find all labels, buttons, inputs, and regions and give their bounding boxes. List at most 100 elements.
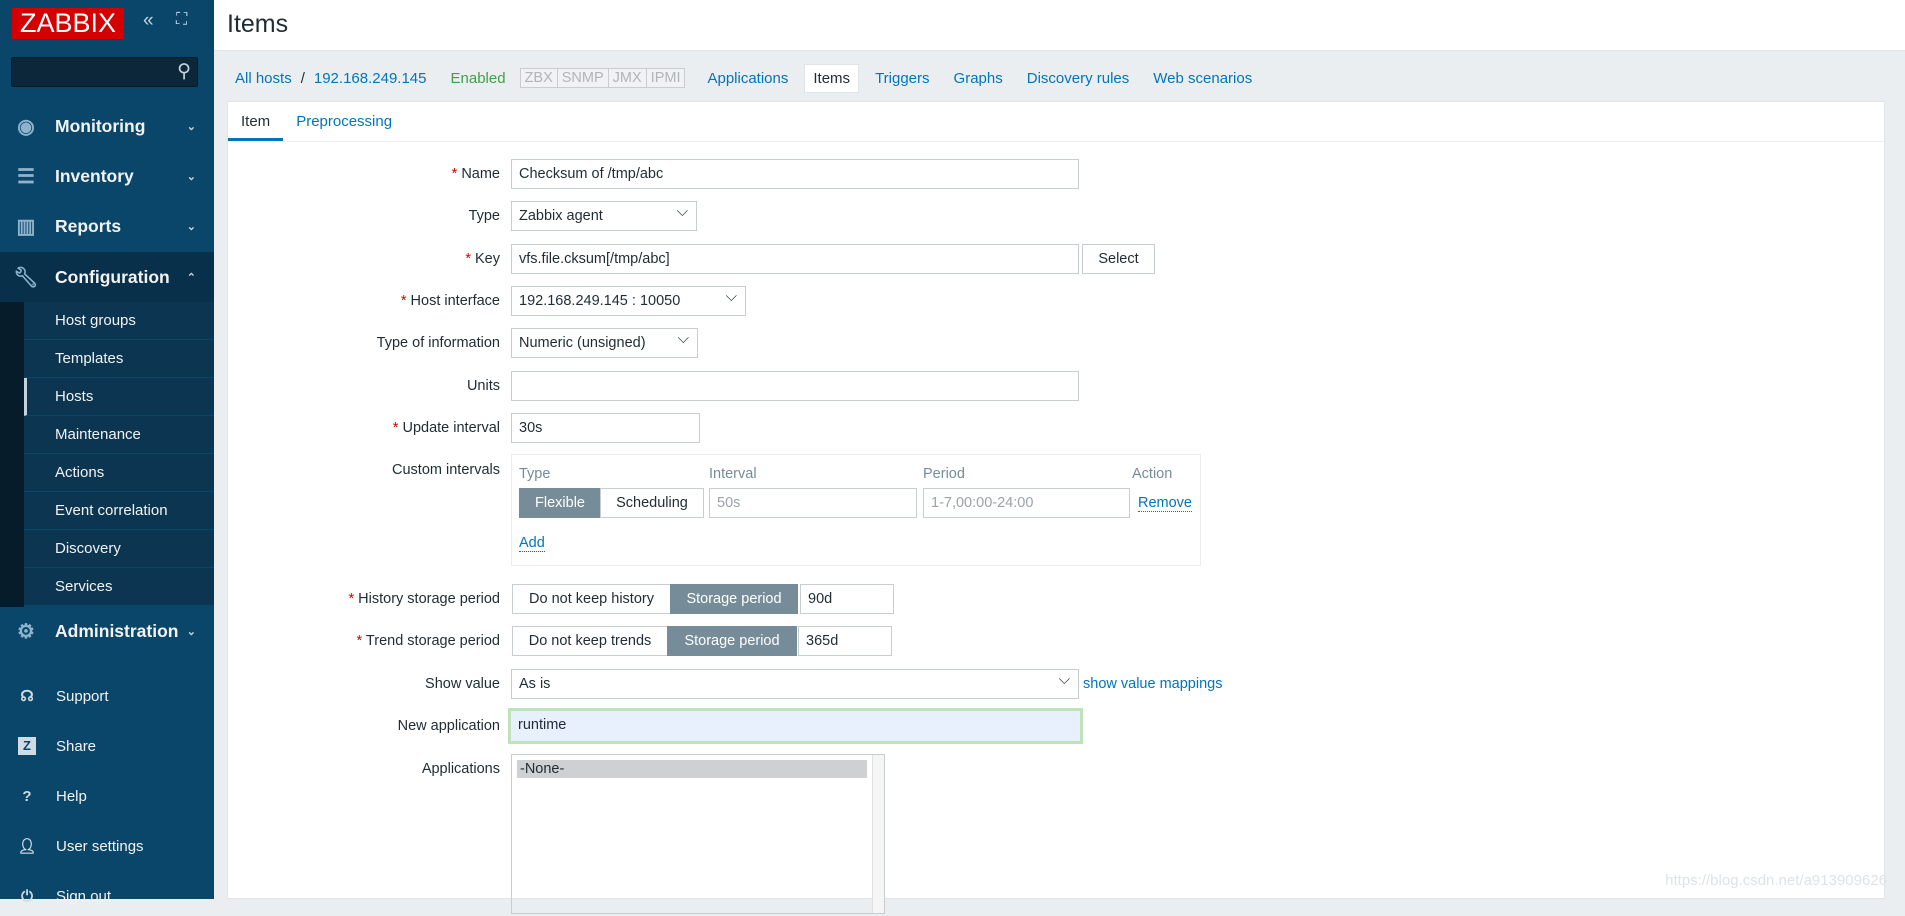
zabbix-logo[interactable]: ZABBIX — [12, 8, 124, 39]
page-scrollbar[interactable] — [1895, 51, 1905, 601]
type-label: Type — [468, 208, 500, 224]
host-status-enabled[interactable]: Enabled — [451, 70, 506, 87]
history-period-input[interactable]: 90d — [800, 584, 894, 614]
tab-item[interactable]: Item — [228, 102, 284, 141]
flexible-toggle[interactable]: Flexible — [519, 488, 601, 518]
sidebar-item-actions[interactable]: Actions — [24, 454, 214, 492]
chevron-down-icon: ⌄ — [186, 170, 196, 183]
nav-web-scenarios[interactable]: Web scenarios — [1153, 70, 1252, 87]
sidebar-sign-out[interactable]: ⏻ Sign out — [0, 876, 214, 916]
host-interface-select[interactable]: 192.168.249.145 : 10050 — [511, 283, 746, 316]
do-not-keep-history-toggle[interactable]: Do not keep history — [512, 584, 671, 614]
menu-administration[interactable]: ⚙ Administration ⌄ — [0, 606, 214, 656]
nav-discovery-rules[interactable]: Discovery rules — [1027, 70, 1130, 87]
tab-preprocessing[interactable]: Preprocessing — [283, 102, 405, 141]
share-z-icon: Z — [18, 737, 36, 755]
snmp-availability-badge: SNMP — [557, 68, 609, 88]
footer-label: Sign out — [56, 887, 112, 905]
applications-label: Applications — [421, 761, 500, 777]
sidebar: ZABBIX « ⛶ ⚲ ◉ Monitoring ⌄ ☰ Inventory ⌄ ▥ R… — [0, 0, 214, 905]
scheduling-toggle[interactable]: Scheduling — [600, 488, 704, 518]
key-label: * Key — [465, 251, 500, 267]
show-value-select[interactable]: As is — [511, 666, 1079, 699]
breadcrumb-all-hosts[interactable]: All hosts — [235, 70, 292, 87]
sidebar-item-host-groups[interactable]: Host groups — [24, 302, 214, 340]
units-input[interactable] — [511, 371, 1079, 401]
sidebar-support[interactable]: ☊ Support — [0, 676, 214, 716]
menu-label: Configuration — [55, 266, 170, 287]
search-input[interactable]: ⚲ — [11, 57, 198, 87]
chevron-up-icon: ⌃ — [186, 271, 196, 284]
col-type: Type — [519, 466, 551, 482]
custom-intervals-label: Custom intervals — [392, 462, 500, 478]
trend-period-input[interactable]: 365d — [798, 626, 892, 656]
breadcrumb-separator: / — [300, 69, 305, 87]
gear-icon: ⚙ — [17, 620, 35, 643]
footer-label: Support — [56, 687, 109, 705]
footer-label: Share — [56, 737, 97, 755]
interval-input[interactable]: 50s — [709, 488, 917, 518]
key-input[interactable]: vfs.file.cksum[/tmp/abc] — [511, 244, 1079, 274]
applications-option-none[interactable]: -None- — [517, 760, 867, 778]
units-label: Units — [466, 378, 500, 394]
form-tabs: Item Preprocessing — [228, 102, 1884, 142]
menu-monitoring[interactable]: ◉ Monitoring ⌄ — [0, 101, 214, 151]
ipmi-availability-badge: IPMI — [646, 68, 686, 88]
eye-icon: ◉ — [17, 115, 35, 138]
trend-label: * Trend storage period — [356, 633, 501, 649]
trend-storage-period-toggle[interactable]: Storage period — [667, 626, 797, 656]
sidebar-share[interactable]: Z Share — [0, 726, 214, 766]
nav-triggers[interactable]: Triggers — [875, 70, 929, 87]
key-select-button[interactable]: Select — [1082, 244, 1155, 274]
show-value-mappings-link[interactable]: show value mappings — [1083, 676, 1222, 692]
applications-listbox[interactable]: -None- — [511, 754, 885, 914]
menu-inventory[interactable]: ☰ Inventory ⌄ — [0, 151, 214, 201]
type-of-information-select[interactable]: Numeric (unsigned) — [511, 325, 698, 358]
col-interval: Interval — [709, 466, 757, 482]
sidebar-item-services[interactable]: Services — [24, 568, 214, 606]
do-not-keep-trends-toggle[interactable]: Do not keep trends — [512, 626, 668, 656]
history-label: * History storage period — [348, 591, 500, 607]
menu-label: Reports — [55, 215, 122, 236]
menu-label: Administration — [55, 620, 179, 641]
type-select[interactable]: Zabbix agent — [511, 198, 697, 231]
item-form: Item Preprocessing * Name Checksum of /t… — [227, 101, 1885, 914]
nav-items[interactable]: Items — [804, 63, 860, 93]
menu-configuration[interactable]: 🔧︎ Configuration ⌃ — [0, 252, 214, 302]
sidebar-item-event-correlation[interactable]: Event correlation — [24, 492, 214, 530]
menu-reports[interactable]: ▥ Reports ⌄ — [0, 201, 214, 251]
watermark: https://blog.csdn.net/a913909626 — [1665, 872, 1887, 889]
col-action: Action — [1132, 466, 1173, 482]
zbx-availability-badge: ZBX — [519, 68, 558, 88]
bar-chart-icon: ▥ — [16, 215, 36, 238]
kiosk-mode-icon[interactable]: ⛶ — [176, 11, 187, 29]
new-application-input[interactable]: runtime — [508, 708, 1083, 744]
breadcrumb-host[interactable]: 192.168.249.145 — [314, 70, 427, 87]
sidebar-item-templates[interactable]: Templates — [24, 340, 214, 378]
sidebar-help[interactable]: ? Help — [0, 776, 214, 816]
listbox-scrollbar[interactable] — [872, 755, 884, 913]
nav-applications[interactable]: Applications — [707, 70, 788, 87]
search-icon[interactable]: ⚲ — [177, 60, 191, 83]
sidebar-item-hosts[interactable]: Hosts — [24, 378, 214, 416]
wrench-icon: 🔧︎ — [13, 266, 39, 289]
custom-intervals-table: Type Interval Period Action Flexible Sch… — [511, 454, 1201, 566]
show-value-label: Show value — [425, 676, 500, 692]
headset-icon: ☊ — [20, 688, 34, 705]
update-interval-input[interactable]: 30s — [511, 413, 700, 443]
list-icon: ☰ — [17, 165, 35, 188]
sidebar-user-settings[interactable]: 👤︎ User settings — [0, 826, 214, 866]
period-input[interactable]: 1-7,00:00-24:00 — [923, 488, 1130, 518]
nav-graphs[interactable]: Graphs — [954, 70, 1003, 87]
history-storage-period-toggle[interactable]: Storage period — [670, 584, 798, 614]
sidebar-item-discovery[interactable]: Discovery — [24, 530, 214, 568]
main-content: Items All hosts / 192.168.249.145 Enable… — [214, 0, 1905, 914]
update-interval-label: * Update interval — [392, 420, 500, 436]
footer-label: User settings — [56, 837, 144, 855]
remove-interval-link[interactable]: Remove — [1138, 495, 1192, 512]
name-input[interactable]: Checksum of /tmp/abc — [511, 159, 1079, 189]
add-interval-link[interactable]: Add — [519, 535, 545, 552]
new-application-label: New application — [397, 718, 500, 734]
sidebar-item-maintenance[interactable]: Maintenance — [24, 416, 214, 454]
collapse-sidebar-icon[interactable]: « — [143, 10, 154, 32]
